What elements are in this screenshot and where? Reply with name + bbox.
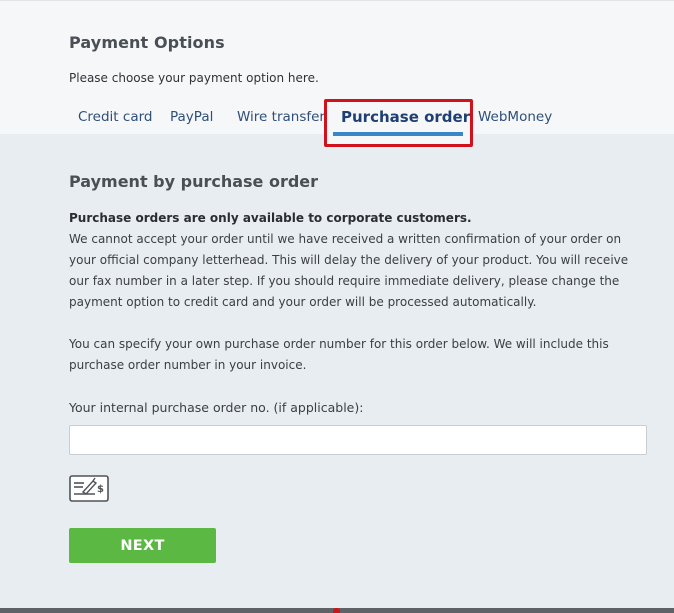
po-number-paragraph: You can specify your own purchase order …	[69, 337, 609, 372]
po-number-input[interactable]	[69, 425, 647, 455]
po-number-label: Your internal purchase order no. (if app…	[69, 400, 364, 415]
tab-webmoney[interactable]: WebMoney	[478, 109, 552, 125]
purchase-order-description: Purchase orders are only available to co…	[69, 208, 649, 313]
tab-credit-card[interactable]: Credit card	[78, 109, 152, 125]
section-title: Payment by purchase order	[69, 172, 319, 191]
tab-paypal[interactable]: PayPal	[170, 109, 213, 125]
tab-wire-transfer[interactable]: Wire transfer	[237, 109, 325, 125]
page-title: Payment Options	[69, 33, 225, 52]
page-subtitle: Please choose your payment option here.	[69, 71, 319, 85]
corporate-notice: Purchase orders are only available to co…	[69, 211, 472, 225]
next-button[interactable]: NEXT	[69, 528, 216, 563]
tab-purchase-order[interactable]: Purchase order	[341, 108, 470, 126]
check-payment-icon: $	[69, 475, 109, 502]
confirmation-paragraph: We cannot accept your order until we hav…	[69, 232, 629, 309]
bottom-bar-marker	[333, 608, 340, 613]
active-tab-indicator	[333, 132, 463, 136]
svg-text:$: $	[97, 484, 104, 495]
